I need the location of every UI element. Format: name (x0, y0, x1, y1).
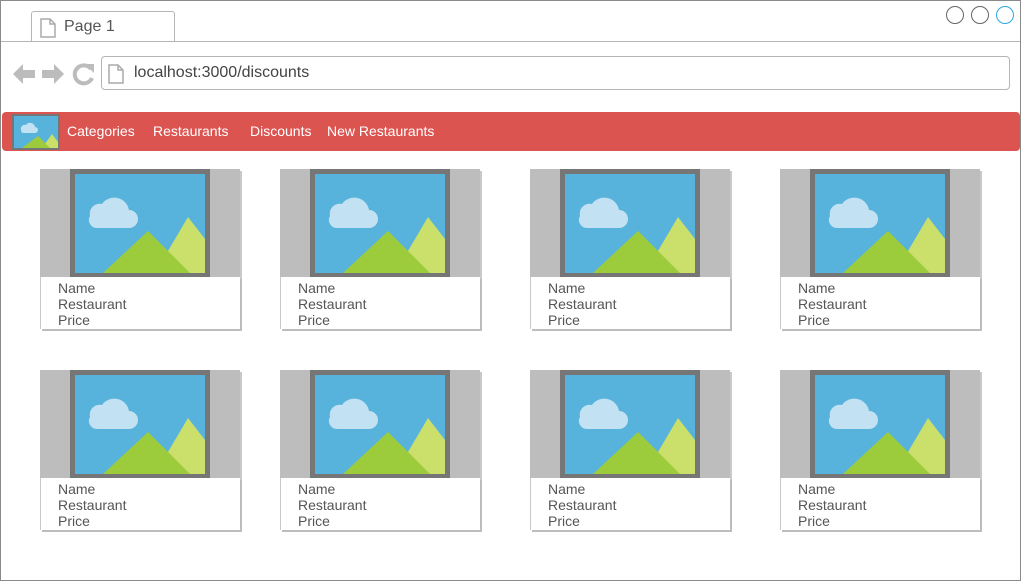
discount-card[interactable]: Name Restaurant Price (530, 370, 732, 533)
browser-window: Page 1 localhost:3000/discounts Categori… (0, 0, 1021, 581)
card-restaurant: Restaurant (798, 497, 867, 513)
card-info: Name Restaurant Price (40, 277, 240, 329)
back-arrow-icon[interactable] (11, 61, 37, 87)
image-placeholder-icon (560, 169, 700, 277)
address-bar[interactable]: localhost:3000/discounts (101, 56, 1010, 90)
card-price: Price (548, 312, 580, 328)
document-icon (108, 64, 124, 84)
nav-link-discounts[interactable]: Discounts (250, 123, 311, 139)
minimize-button[interactable] (946, 6, 964, 24)
app-navbar: Categories Restaurants Discounts New Res… (2, 112, 1020, 151)
logo-image-icon[interactable] (12, 114, 60, 150)
card-name: Name (298, 280, 336, 296)
card-image-area (530, 169, 732, 279)
image-placeholder-icon (810, 370, 950, 478)
card-image-area (40, 370, 242, 480)
reload-icon[interactable] (71, 61, 97, 87)
card-restaurant: Restaurant (548, 296, 617, 312)
image-placeholder-icon (70, 169, 210, 277)
discount-card[interactable]: Name Restaurant Price (780, 370, 982, 533)
card-name: Name (58, 280, 96, 296)
discount-card[interactable]: Name Restaurant Price (780, 169, 982, 332)
discount-card[interactable]: Name Restaurant Price (40, 169, 242, 332)
card-info: Name Restaurant Price (780, 277, 980, 329)
card-info: Name Restaurant Price (780, 478, 980, 530)
image-placeholder-icon (560, 370, 700, 478)
card-info: Name Restaurant Price (530, 277, 730, 329)
forward-arrow-icon[interactable] (40, 61, 66, 87)
image-placeholder-icon (310, 169, 450, 277)
card-restaurant: Restaurant (58, 497, 127, 513)
card-restaurant: Restaurant (548, 497, 617, 513)
card-info: Name Restaurant Price (280, 277, 480, 329)
card-price: Price (298, 513, 330, 529)
card-info: Name Restaurant Price (40, 478, 240, 530)
card-name: Name (298, 481, 336, 497)
card-info: Name Restaurant Price (530, 478, 730, 530)
url-text: localhost:3000/discounts (134, 64, 310, 81)
card-price: Price (58, 312, 90, 328)
nav-link-new-restaurants[interactable]: New Restaurants (327, 123, 434, 139)
nav-link-restaurants[interactable]: Restaurants (153, 123, 228, 139)
card-price: Price (548, 513, 580, 529)
card-price: Price (58, 513, 90, 529)
discount-card[interactable]: Name Restaurant Price (280, 370, 482, 533)
card-price: Price (298, 312, 330, 328)
browser-tab[interactable]: Page 1 (31, 11, 175, 41)
tab-title: Page 1 (64, 18, 115, 35)
card-restaurant: Restaurant (298, 497, 367, 513)
image-placeholder-icon (310, 370, 450, 478)
nav-link-categories[interactable]: Categories (67, 123, 135, 139)
card-image-area (280, 169, 482, 279)
image-placeholder-icon (70, 370, 210, 478)
discount-card[interactable]: Name Restaurant Price (280, 169, 482, 332)
card-name: Name (798, 280, 836, 296)
discount-card[interactable]: Name Restaurant Price (530, 169, 732, 332)
image-placeholder-icon (810, 169, 950, 277)
card-name: Name (798, 481, 836, 497)
maximize-button[interactable] (971, 6, 989, 24)
card-info: Name Restaurant Price (280, 478, 480, 530)
card-image-area (530, 370, 732, 480)
card-price: Price (798, 312, 830, 328)
card-restaurant: Restaurant (298, 296, 367, 312)
tab-bar: Page 1 (1, 1, 1020, 42)
discount-card[interactable]: Name Restaurant Price (40, 370, 242, 533)
card-name: Name (548, 280, 586, 296)
card-image-area (780, 169, 982, 279)
card-price: Price (798, 513, 830, 529)
card-name: Name (548, 481, 586, 497)
card-image-area (40, 169, 242, 279)
document-icon (40, 18, 56, 38)
card-image-area (780, 370, 982, 480)
card-image-area (280, 370, 482, 480)
card-restaurant: Restaurant (798, 296, 867, 312)
close-button[interactable] (996, 6, 1014, 24)
card-restaurant: Restaurant (58, 296, 127, 312)
card-name: Name (58, 481, 96, 497)
